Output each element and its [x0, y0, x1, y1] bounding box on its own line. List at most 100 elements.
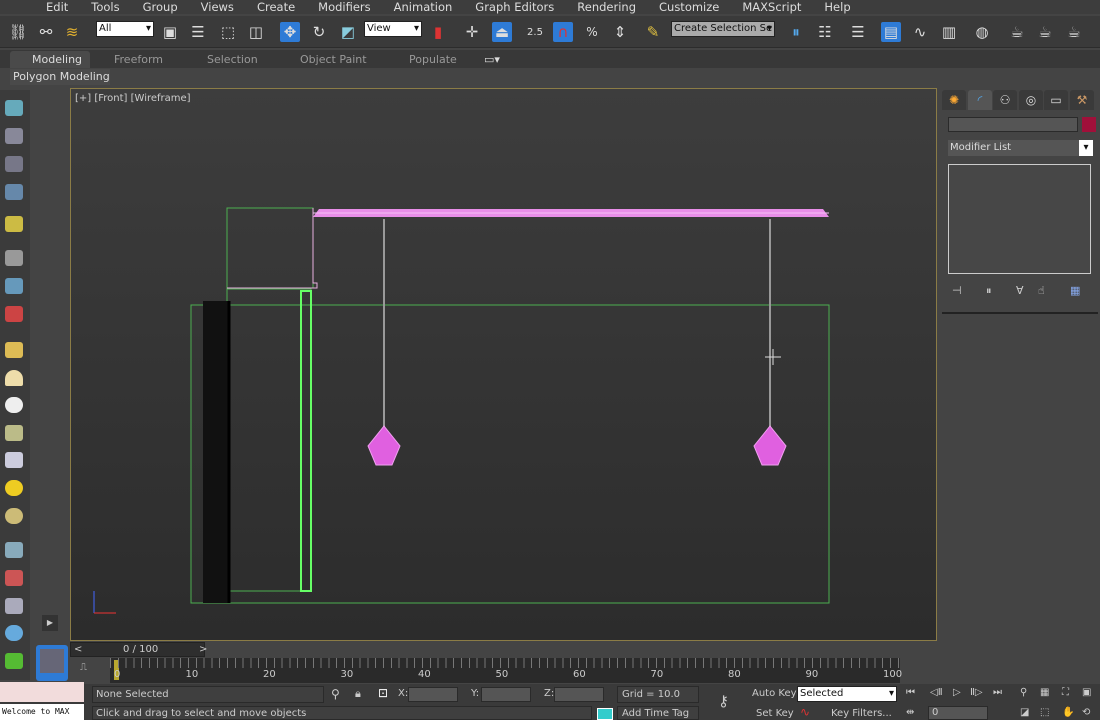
go-to-start-icon[interactable]: ⏮	[906, 687, 915, 698]
make-unique-icon[interactable]: ∀	[1016, 284, 1024, 297]
remove-modifier-icon[interactable]: ☝	[1038, 284, 1045, 297]
rectangular-selection-icon[interactable]: ⬚	[218, 22, 238, 42]
menu-create[interactable]: Create	[257, 0, 295, 14]
go-to-end-icon[interactable]: ⏭	[993, 687, 1002, 698]
modifier-stack[interactable]	[948, 164, 1091, 274]
rendered-frame-window-icon[interactable]: ☕	[1035, 22, 1055, 42]
selection-lock-icon[interactable]: 🔒︎	[355, 687, 361, 701]
isolate-selection-icon[interactable]: ⚲	[331, 687, 340, 701]
globe-icon[interactable]	[5, 625, 23, 641]
helper-icon[interactable]	[5, 278, 23, 294]
select-object-icon[interactable]: ▣	[160, 22, 180, 42]
tab-modeling[interactable]: Modeling	[32, 53, 82, 66]
y-coordinate-field[interactable]	[481, 687, 531, 702]
menu-tools[interactable]: Tools	[91, 0, 119, 14]
key-mode-toggle-icon[interactable]: ⇹	[906, 707, 914, 718]
cone-icon[interactable]	[5, 452, 23, 468]
menu-help[interactable]: Help	[824, 0, 850, 14]
next-frame-button[interactable]: >	[199, 644, 207, 655]
teapot-icon[interactable]	[5, 100, 23, 116]
menu-group[interactable]: Group	[143, 0, 178, 14]
tab-selection[interactable]: Selection	[207, 53, 258, 66]
spinner-snap-icon[interactable]: ⇕	[610, 22, 630, 42]
display-tab-icon[interactable]: ▭	[1044, 90, 1068, 110]
current-frame-field[interactable]: 0	[932, 707, 938, 718]
torus-icon[interactable]	[5, 508, 23, 524]
field-of-view-icon[interactable]: ◪	[1020, 707, 1029, 718]
unlink-icon[interactable]: ⚯	[36, 22, 56, 42]
window-crossing-icon[interactable]: ◫	[246, 22, 266, 42]
pin-stack-icon[interactable]: ⊣	[952, 284, 962, 297]
create-tab-icon[interactable]: ✺	[942, 90, 966, 110]
key-icon[interactable]: ⚷	[718, 692, 729, 710]
reference-coordinate-dropdown[interactable]: View	[364, 21, 422, 37]
tab-object-paint[interactable]: Object Paint	[300, 53, 367, 66]
menu-views[interactable]: Views	[201, 0, 234, 14]
material-editor-icon[interactable]: ◍	[972, 22, 992, 42]
pipe-icon[interactable]	[5, 570, 23, 586]
region-zoom-icon[interactable]: ⬚	[1040, 707, 1049, 718]
zoom-icon[interactable]: ⚲	[1020, 687, 1027, 698]
configure-modifier-sets-icon[interactable]: ▦	[1070, 284, 1080, 297]
select-by-name-icon[interactable]: ☰	[188, 22, 208, 42]
absolute-mode-icon[interactable]: ⊡	[378, 686, 388, 700]
next-frame-icon[interactable]: Ⅱ▷	[970, 687, 983, 698]
prev-frame-button[interactable]: <	[74, 644, 82, 655]
selection-filter-dropdown[interactable]: All	[96, 21, 154, 37]
rotate-icon[interactable]: ↻	[309, 22, 329, 42]
percent-snap-icon[interactable]: %	[582, 22, 602, 42]
sphere-icon[interactable]	[5, 397, 23, 413]
mirror-icon[interactable]: ⏸	[786, 22, 806, 42]
zoom-extents-icon[interactable]: ⛶	[1062, 687, 1069, 698]
compass-icon[interactable]	[5, 598, 23, 614]
hemisphere-icon[interactable]	[5, 370, 23, 386]
polygon-modeling-panel[interactable]: Polygon Modeling	[10, 69, 110, 85]
key-mode-dropdown[interactable]: Selected	[797, 686, 897, 702]
x-coordinate-field[interactable]	[408, 687, 458, 702]
hierarchy-tab-icon[interactable]: ⚇	[993, 90, 1017, 110]
pivot-center-icon[interactable]: ▮	[428, 22, 448, 42]
previous-frame-icon[interactable]: ◁Ⅱ	[930, 687, 943, 698]
menu-maxscript[interactable]: MAXScript	[742, 0, 801, 14]
snaps-toggle-icon[interactable]: 2.5	[525, 22, 545, 42]
bind-space-warp-icon[interactable]: ≋	[62, 22, 82, 42]
light-icon[interactable]	[5, 216, 23, 232]
camera-icon[interactable]	[5, 250, 23, 266]
orbit-icon[interactable]: ⟲	[1082, 707, 1090, 718]
auto-key-button[interactable]: Auto Key	[752, 688, 797, 699]
scene-explorer-icon[interactable]: ▤	[881, 22, 901, 42]
menu-customize[interactable]: Customize	[659, 0, 719, 14]
zoom-all-icon[interactable]: ▦	[1040, 687, 1049, 698]
grid-icon[interactable]	[5, 184, 23, 200]
scale-icon[interactable]: ◩	[338, 22, 358, 42]
curve-editor-icon[interactable]: ∿	[910, 22, 930, 42]
tab-freeform[interactable]: Freeform	[114, 53, 163, 66]
keyboard-shortcut-override-icon[interactable]: ⏏	[492, 22, 512, 42]
expand-toolbar-button[interactable]: ▶	[42, 615, 58, 631]
z-coordinate-field[interactable]	[554, 687, 604, 702]
named-selection-dropdown[interactable]: Create Selection Se	[671, 21, 775, 37]
render-production-icon[interactable]: ☕	[1064, 22, 1084, 42]
edit-named-selection-icon[interactable]: ✎	[643, 22, 663, 42]
tab-populate[interactable]: Populate	[409, 53, 457, 66]
particles-icon[interactable]	[5, 306, 23, 322]
add-time-tag-button[interactable]: Add Time Tag	[622, 708, 689, 719]
dope-sheet-toggle-icon[interactable]: ⎍	[80, 662, 87, 673]
pan-icon[interactable]: ✋	[1062, 707, 1074, 718]
maxscript-listener-input[interactable]	[0, 682, 84, 702]
play-icon[interactable]: ▷	[953, 687, 961, 698]
schematic-view-icon[interactable]: ▥	[939, 22, 959, 42]
teapot-primitive-icon[interactable]	[5, 425, 23, 441]
plane-icon[interactable]	[5, 342, 23, 358]
key-filters-button[interactable]: Key Filters...	[831, 708, 892, 719]
show-end-result-icon[interactable]: ⏸	[986, 284, 992, 298]
object-name-field[interactable]	[948, 117, 1078, 132]
angle-snap-icon[interactable]: ∩	[553, 22, 573, 42]
menu-animation[interactable]: Animation	[394, 0, 453, 14]
box-icon[interactable]	[5, 128, 23, 144]
document-icon[interactable]	[5, 156, 23, 172]
menu-modifiers[interactable]: Modifiers	[318, 0, 371, 14]
motion-tab-icon[interactable]: ◎	[1019, 90, 1043, 110]
zoom-extents-all-icon[interactable]: ▣	[1082, 687, 1091, 698]
time-slider[interactable]: < 0 / 100 >	[70, 642, 207, 657]
